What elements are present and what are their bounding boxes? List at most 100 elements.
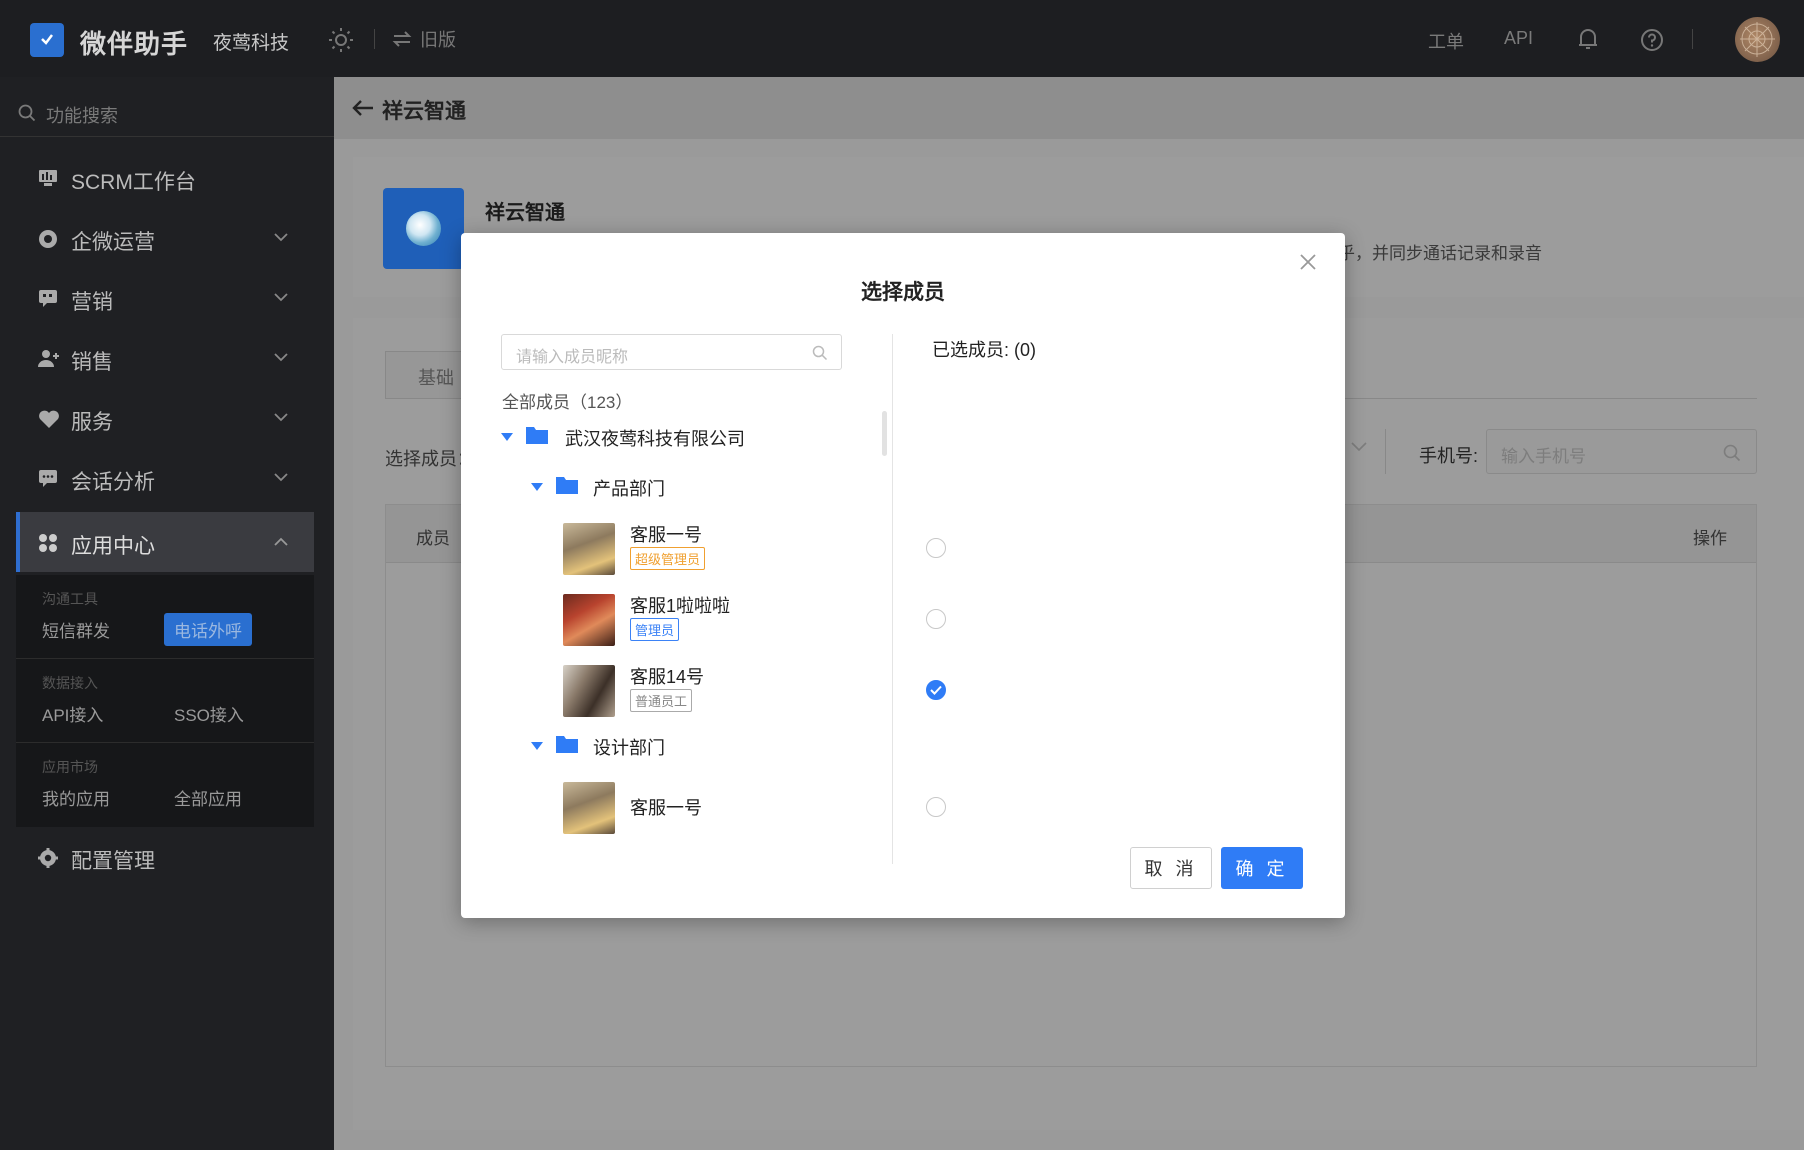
department-name: 产品部门: [593, 479, 665, 499]
member-name: 客服一号: [630, 798, 702, 818]
all-members-count[interactable]: 全部成员（123）: [502, 388, 632, 413]
check-icon: [930, 685, 942, 695]
close-icon[interactable]: [1299, 253, 1317, 271]
service-icon: [39, 410, 59, 428]
member-radio-checked[interactable]: [926, 680, 946, 700]
submenu-link-sms[interactable]: 短信群发: [32, 613, 120, 646]
sidebar-item-scrm-workbench[interactable]: SCRM工作台: [0, 148, 334, 208]
submenu-link-my-apps[interactable]: 我的应用: [32, 781, 120, 814]
sidebar-item-config[interactable]: 配置管理: [0, 827, 334, 887]
member-radio[interactable]: [926, 609, 946, 629]
chevron-down-icon: [274, 233, 288, 242]
member-name: 客服1啦啦啦: [630, 596, 731, 616]
sidebar-item-app-center[interactable]: 应用中心: [16, 512, 314, 572]
chevron-down-icon: [274, 293, 288, 302]
ticket-link[interactable]: 工单: [1428, 28, 1464, 54]
caret-down-icon[interactable]: [531, 742, 543, 750]
tab-divider: [1344, 398, 1757, 399]
sidebar-item-chat-analysis[interactable]: 会话分析: [0, 448, 334, 508]
divider: [1692, 29, 1693, 49]
check-logo-icon: [41, 34, 53, 45]
theme-sun-icon[interactable]: [328, 27, 354, 53]
app-logo-icon: [406, 211, 441, 246]
table-header-operation: 操作: [1693, 529, 1727, 548]
feature-search[interactable]: 功能搜索: [0, 77, 334, 137]
phone-input[interactable]: 输入手机号: [1486, 429, 1757, 474]
sidebar-item-label: 会话分析: [71, 471, 155, 494]
member-avatar: [563, 594, 615, 646]
operation-icon: [39, 230, 57, 248]
member-item[interactable]: 客服一号 超级管理员: [563, 523, 946, 575]
member-radio[interactable]: [926, 538, 946, 558]
marketing-icon: [39, 290, 57, 307]
submenu-group-data-access: 数据接入 API接入 SSO接入: [16, 659, 314, 743]
tree-scrollbar[interactable]: [882, 411, 887, 456]
sidebar-item-label: 销售: [71, 351, 113, 374]
top-bar: 微伴助手 夜莺科技 旧版 工单 API: [0, 0, 1804, 77]
sidebar-item-label: 企微运营: [71, 231, 155, 254]
role-badge: 超级管理员: [630, 547, 706, 570]
company-name: 武汉夜莺科技有限公司: [565, 429, 745, 449]
user-avatar[interactable]: [1735, 17, 1780, 62]
sidebar-item-service[interactable]: 服务: [0, 388, 334, 448]
app-logo[interactable]: [30, 23, 64, 57]
submenu-group-title: 应用市场: [42, 759, 98, 775]
tree-node-company[interactable]: 武汉夜莺科技有限公司: [501, 423, 801, 453]
submenu-link-all-apps[interactable]: 全部应用: [164, 781, 252, 814]
page-title: 祥云智通: [382, 100, 466, 123]
selected-members-count: 已选成员: (0): [932, 340, 1037, 360]
search-icon[interactable]: [1723, 444, 1741, 462]
folder-icon: [526, 427, 548, 444]
sidebar: 功能搜索 SCRM工作台 企微运营 营销 销售 服务 会话分析 应用中心 沟通工…: [0, 77, 334, 1150]
chevron-down-icon[interactable]: [1351, 442, 1367, 452]
help-icon[interactable]: [1640, 28, 1664, 52]
member-item[interactable]: 客服14号 普通员工: [563, 665, 946, 717]
member-item[interactable]: 客服一号: [563, 782, 946, 834]
member-name: 客服一号: [630, 525, 702, 545]
bell-icon[interactable]: [1577, 27, 1599, 51]
search-icon[interactable]: [812, 345, 828, 361]
app-icon: [383, 188, 464, 269]
switch-icon: [392, 31, 412, 47]
api-link[interactable]: API: [1504, 28, 1533, 49]
feature-search-placeholder: 功能搜索: [46, 106, 118, 126]
folder-icon: [556, 736, 578, 753]
member-avatar: [563, 665, 615, 717]
chevron-up-icon: [274, 537, 288, 546]
submenu-group-app-market: 应用市场 我的应用 全部应用: [16, 743, 314, 827]
submenu-link-outbound-call[interactable]: 电话外呼: [164, 613, 252, 646]
sidebar-item-marketing[interactable]: 营销: [0, 268, 334, 328]
caret-down-icon[interactable]: [531, 483, 543, 491]
member-search-input[interactable]: 请输入成员昵称: [501, 334, 842, 370]
member-search-placeholder: 请输入成员昵称: [516, 349, 629, 366]
tab-basic[interactable]: 基础: [385, 351, 465, 399]
member-item[interactable]: 客服1啦啦啦 管理员: [563, 594, 946, 646]
company-name[interactable]: 夜莺科技: [213, 28, 289, 55]
switch-label: 旧版: [420, 30, 456, 50]
chat-analysis-icon: [39, 470, 57, 487]
sidebar-item-label: SCRM工作台: [71, 171, 196, 194]
switch-old-version[interactable]: 旧版: [392, 26, 456, 52]
avatar-pattern-icon: [1740, 22, 1775, 57]
member-radio[interactable]: [926, 797, 946, 817]
sidebar-item-sales[interactable]: 销售: [0, 328, 334, 388]
back-arrow-icon[interactable]: [352, 99, 374, 117]
tree-node-department[interactable]: 设计部门: [531, 732, 791, 762]
role-badge: 普通员工: [630, 689, 693, 712]
sidebar-item-wecom-operation[interactable]: 企微运营: [0, 208, 334, 268]
confirm-button[interactable]: 确 定: [1221, 847, 1303, 889]
submenu-link-sso-access[interactable]: SSO接入: [164, 697, 254, 730]
tree-node-department[interactable]: 产品部门: [531, 473, 791, 503]
submenu-link-api-access[interactable]: API接入: [32, 697, 113, 730]
app-name: 微伴助手: [80, 29, 189, 59]
page-header: 祥云智通: [334, 77, 1804, 139]
chevron-down-icon: [274, 473, 288, 482]
select-member-modal: 选择成员 请输入成员昵称 全部成员（123） 武汉夜莺科技有限公司 产品部门 客…: [461, 233, 1345, 918]
cancel-button[interactable]: 取 消: [1130, 847, 1212, 889]
app-card-name: 祥云智通: [485, 202, 565, 224]
caret-down-icon[interactable]: [501, 433, 513, 441]
submenu-group-title: 沟通工具: [42, 591, 98, 607]
phone-label: 手机号:: [1419, 446, 1479, 466]
search-icon: [18, 104, 36, 122]
submenu-group-title: 数据接入: [42, 675, 98, 691]
